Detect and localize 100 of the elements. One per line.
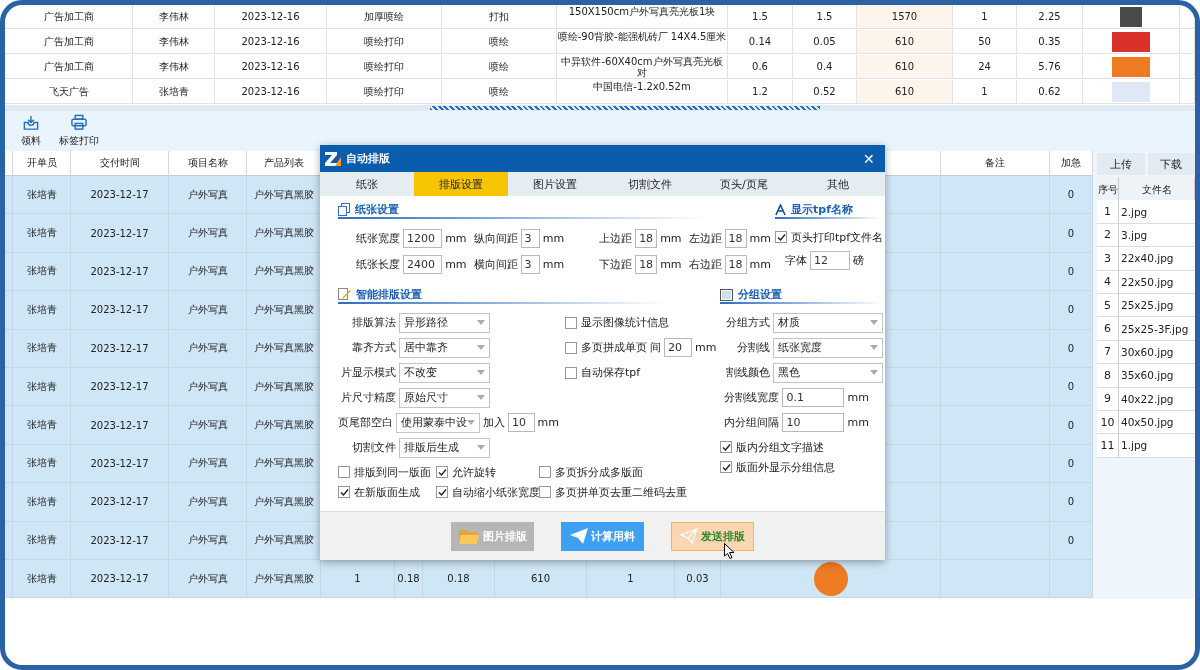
field-label: 切割文件 <box>351 440 396 455</box>
unit-label: mm <box>660 231 682 245</box>
unit-label: mm <box>660 257 682 271</box>
tab[interactable]: 排版设置 <box>414 172 509 196</box>
field-label: 排版算法 <box>351 315 396 330</box>
field-label: 片显示模式 <box>340 365 396 380</box>
dropdown[interactable]: 材质 <box>773 312 884 333</box>
caret-icon <box>870 320 879 325</box>
checkbox[interactable] <box>338 466 350 478</box>
file-name[interactable]: 40x22.jpg <box>1119 387 1195 411</box>
table-cell: 24 <box>953 55 1017 79</box>
table-cell: 1.2 <box>728 80 793 104</box>
column-header[interactable]: 项目名称 <box>169 151 247 176</box>
column-header[interactable]: 备注 <box>941 151 1050 176</box>
table-cell: 喷绘 <box>442 55 557 79</box>
dropdown[interactable]: 异形路径 <box>399 312 490 333</box>
file-name[interactable]: 35x60.jpg <box>1119 364 1195 388</box>
table-cell: 户外写真 <box>169 521 247 560</box>
table-cell: 户外写真黑胶 <box>247 521 321 560</box>
close-button[interactable]: ✕ <box>861 150 877 167</box>
checkbox[interactable] <box>775 231 787 243</box>
tab[interactable]: 图片设置 <box>508 172 603 196</box>
table-cell: 5.76 <box>1017 55 1083 79</box>
tab[interactable]: 其他 <box>790 172 886 196</box>
field-label: 分组方式 <box>725 315 771 330</box>
checkbox[interactable] <box>720 441 733 453</box>
checkbox[interactable] <box>565 341 577 354</box>
table-cell: 户外写真 <box>169 176 247 215</box>
dropdown[interactable]: 纸张宽度 <box>773 337 884 358</box>
table-cell: 2023-12-17 <box>71 176 169 215</box>
file-name[interactable]: 1.jpg <box>1119 434 1195 458</box>
checkbox[interactable] <box>338 486 350 498</box>
caret-icon <box>477 445 485 450</box>
number-field[interactable]: 18 <box>635 228 658 248</box>
number-field[interactable]: 0.1 <box>782 388 845 407</box>
dropdown[interactable]: 使用蒙泰中设 <box>396 412 480 433</box>
number-field[interactable]: 20 <box>664 338 692 357</box>
window-icon <box>720 288 734 301</box>
table-cell: 张培青 <box>13 291 71 330</box>
table-cell: 张培青 <box>13 176 71 215</box>
checkbox[interactable] <box>539 486 551 498</box>
table-cell: 2.25 <box>1017 5 1083 29</box>
file-name[interactable]: 22x50.jpg <box>1119 270 1195 294</box>
unit-label: mm <box>847 391 869 404</box>
splitter-handle[interactable] <box>430 106 820 110</box>
number-field[interactable]: 3 <box>520 228 540 248</box>
column-header[interactable]: 加急 <box>1050 151 1093 176</box>
table-cell: 2023-12-17 <box>71 252 169 292</box>
file-name[interactable]: 22x40.jpg <box>1119 247 1195 271</box>
table-cell: 0 <box>1050 444 1093 484</box>
table-cell: 2023-12-17 <box>71 444 169 484</box>
table-cell: 中异软件-60X40cm户外写真亮光板对 <box>557 55 728 79</box>
number-field[interactable]: 1200 <box>403 228 443 248</box>
number-field[interactable]: 18 <box>635 254 658 274</box>
field-label: 纸张长度 <box>356 256 400 272</box>
field-label: 下边距 <box>599 256 633 272</box>
panel-button[interactable]: 下载 <box>1147 153 1195 175</box>
table-cell: 0.6 <box>728 55 793 79</box>
checkbox[interactable] <box>436 466 448 478</box>
file-name[interactable]: 40x50.jpg <box>1119 410 1195 435</box>
number-field[interactable]: 10 <box>508 413 535 432</box>
checkbox[interactable] <box>720 461 733 473</box>
table-cell: 1 <box>587 559 675 599</box>
table-cell: 户外写真 <box>169 559 247 599</box>
tab[interactable]: 切割文件 <box>602 172 697 196</box>
table-cell: 户外写真黑胶 <box>247 406 321 445</box>
checkbox[interactable] <box>565 366 577 379</box>
column-header[interactable]: 开单员 <box>13 151 71 176</box>
checkbox[interactable] <box>565 316 577 329</box>
dropdown[interactable]: 排版后生成 <box>399 437 490 458</box>
table-cell: 1 <box>953 5 1017 29</box>
number-field[interactable]: 18 <box>724 254 747 274</box>
number-field[interactable]: 10 <box>782 413 845 432</box>
number-field[interactable]: 3 <box>520 254 540 274</box>
file-name[interactable]: 30x60.jpg <box>1119 340 1195 365</box>
file-name[interactable]: 2.jpg <box>1119 200 1195 224</box>
field-label: 分割线宽度 <box>723 390 780 405</box>
toolbar-button[interactable]: 标签打印 <box>57 111 101 151</box>
dropdown[interactable]: 黑色 <box>773 362 884 383</box>
caret-icon <box>477 345 485 350</box>
toolbar-button[interactable]: 领料 <box>19 111 43 151</box>
table-cell: 户外写真黑胶 <box>247 483 321 522</box>
dropdown[interactable]: 居中靠齐 <box>399 337 490 358</box>
column-header[interactable]: 交付时间 <box>71 151 169 176</box>
dropdown[interactable]: 不改变 <box>399 362 490 383</box>
file-name[interactable]: 3.jpg <box>1119 223 1195 248</box>
file-name[interactable]: 25x25.jpg <box>1119 293 1195 318</box>
tab[interactable]: 纸张 <box>320 172 415 196</box>
table-cell: 户外写真黑胶 <box>247 329 321 368</box>
number-field[interactable]: 18 <box>724 228 747 248</box>
number-field[interactable]: 12 <box>810 250 850 270</box>
file-name[interactable]: 25x25-3F.jpg <box>1119 317 1195 341</box>
number-field[interactable]: 2400 <box>403 254 443 274</box>
checkbox[interactable] <box>539 466 551 478</box>
dropdown[interactable]: 原始尺寸 <box>399 387 490 408</box>
row-header[interactable] <box>5 559 13 599</box>
checkbox[interactable] <box>436 486 448 498</box>
checkbox-label: 多页拼单页去重二维码去重 <box>555 484 687 500</box>
panel-button[interactable]: 上传 <box>1097 153 1145 175</box>
tab[interactable]: 页头/页尾 <box>696 172 791 196</box>
